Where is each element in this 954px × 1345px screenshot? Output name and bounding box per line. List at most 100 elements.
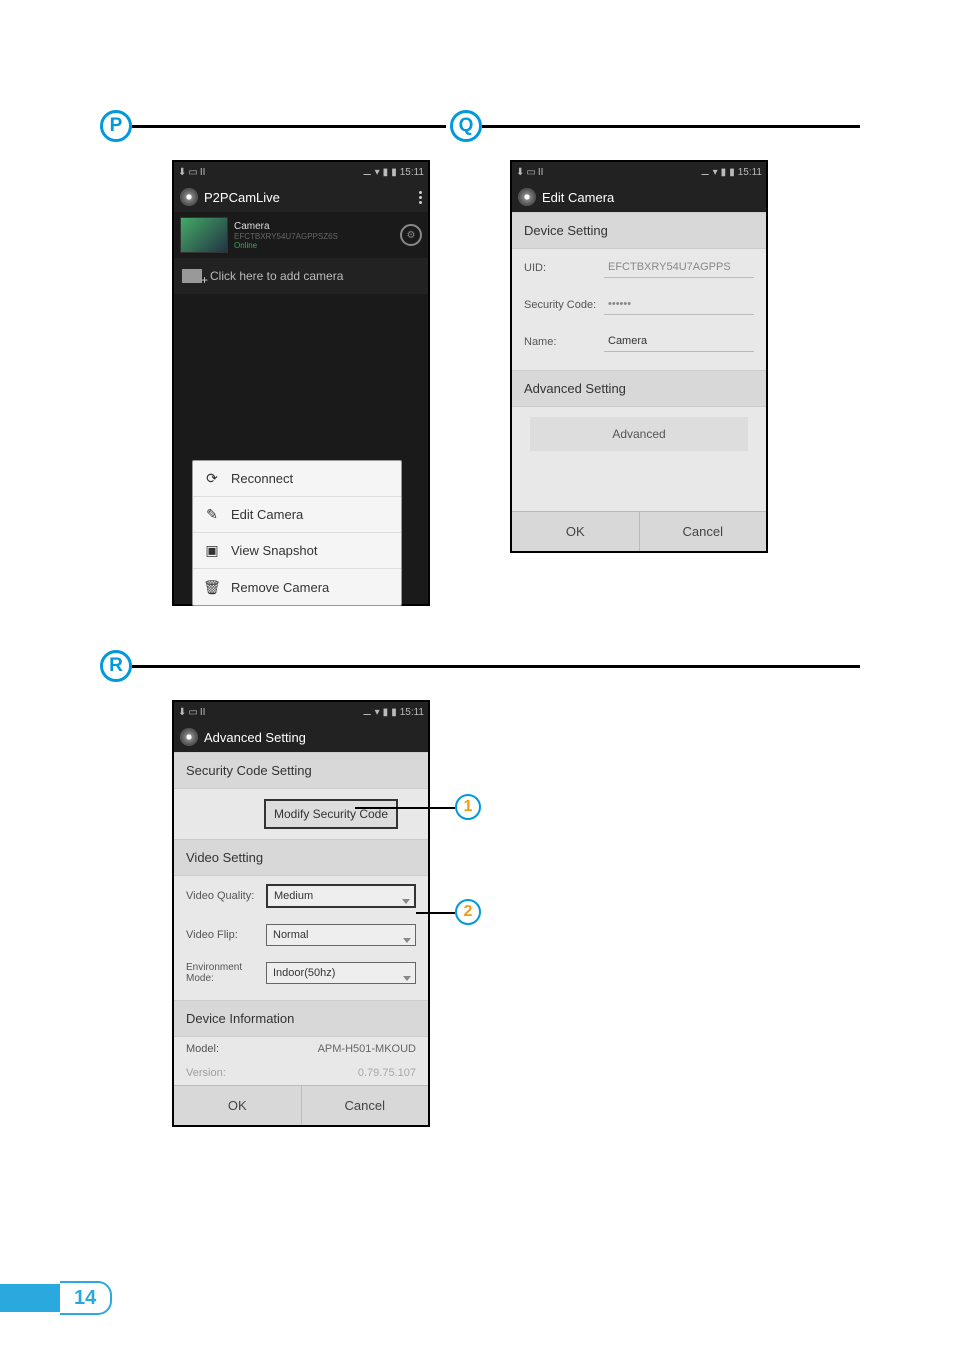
status-bar: ⬇ ▭ II ⚊ ▾ ▮ ▮ 15:11: [174, 162, 428, 182]
pause-icon: II: [200, 707, 206, 718]
row-model: Model: APM-H501-MKOUD: [174, 1037, 428, 1061]
pause-icon: II: [200, 167, 206, 178]
app-icon: [180, 188, 198, 206]
section-advanced-setting: Advanced Setting: [512, 370, 766, 407]
download-icon: ⬇: [178, 707, 186, 718]
model-label: Model:: [186, 1043, 266, 1055]
camera-row[interactable]: Camera EFCTBXRY54U7AGPPSZ6S Online ⚙: [174, 212, 428, 258]
clock: 15:11: [738, 167, 762, 178]
modify-security-code-button[interactable]: Modify Security Code: [264, 799, 398, 829]
gear-icon[interactable]: ⚙: [400, 224, 422, 246]
signal-icon: ▮: [383, 167, 389, 178]
camera-name: Camera: [234, 221, 394, 232]
environment-mode-value: Indoor(50hz): [273, 967, 335, 979]
field-video-quality: Video Quality: Medium: [174, 876, 428, 916]
signal-icon: ▮: [383, 707, 389, 718]
clock: 15:11: [400, 707, 424, 718]
name-value[interactable]: Camera: [604, 331, 754, 352]
phone-screenshot-q: ⬇ ▭ II ⚊ ▾ ▮ ▮ 15:11 Edit Camera Device …: [510, 160, 768, 553]
security-code-label: Security Code:: [524, 299, 604, 311]
badge-r: R: [100, 650, 132, 682]
battery-icon: ▮: [729, 167, 735, 178]
app-title: P2PCamLive: [204, 190, 280, 205]
field-security-code: Security Code: ••••••: [512, 286, 766, 323]
status-bar: ⬇ ▭ II ⚊ ▾ ▮ ▮ 15:11: [174, 702, 428, 722]
pause-icon: II: [538, 167, 544, 178]
environment-mode-label: Environment Mode:: [186, 962, 266, 984]
section-security-code: Security Code Setting: [174, 752, 428, 789]
field-video-flip: Video Flip: Normal: [174, 916, 428, 954]
bluetooth-icon: ⚊: [363, 707, 372, 718]
app-icon: [180, 728, 198, 746]
menu-label: Edit Camera: [231, 507, 303, 522]
screen-title-bar: Edit Camera: [512, 182, 766, 212]
menu-view-snapshot[interactable]: ▣ View Snapshot: [193, 533, 401, 569]
signal-icon: ▮: [721, 167, 727, 178]
video-flip-label: Video Flip:: [186, 929, 266, 941]
pencil-icon: ✎: [203, 506, 221, 524]
video-flip-select[interactable]: Normal: [266, 924, 416, 946]
row-version: Version: 0.79.75.107: [174, 1061, 428, 1085]
advanced-button[interactable]: Advanced: [530, 417, 748, 451]
menu-dots-icon[interactable]: [419, 191, 422, 204]
line-p: [132, 125, 446, 128]
app-title-bar: P2PCamLive: [174, 182, 428, 212]
version-label: Version:: [186, 1067, 266, 1079]
field-environment-mode: Environment Mode: Indoor(50hz): [174, 954, 428, 992]
add-camera-icon: [182, 269, 202, 283]
picture-icon: ▣: [203, 542, 221, 560]
camera-status: Online: [234, 241, 394, 250]
menu-label: View Snapshot: [231, 543, 318, 558]
ok-button[interactable]: OK: [174, 1085, 301, 1125]
section-video-setting: Video Setting: [174, 839, 428, 876]
cancel-button[interactable]: Cancel: [639, 511, 767, 551]
video-quality-value: Medium: [274, 890, 313, 902]
field-uid: UID: EFCTBXRY54U7AGPPS: [512, 249, 766, 286]
screen-title: Edit Camera: [542, 190, 614, 205]
screen-title-bar: Advanced Setting: [174, 722, 428, 752]
ok-button[interactable]: OK: [512, 511, 639, 551]
phone-screenshot-r: ⬇ ▭ II ⚊ ▾ ▮ ▮ 15:11 Advanced Setting Se…: [172, 700, 430, 1127]
uid-label: UID:: [524, 262, 604, 274]
picture-icon: ▭: [188, 167, 197, 178]
callout-badge-1: 1: [455, 794, 481, 820]
badge-p: P: [100, 110, 132, 142]
environment-mode-select[interactable]: Indoor(50hz): [266, 962, 416, 984]
page-footer-bar: [0, 1284, 60, 1312]
callout-badge-2: 2: [455, 899, 481, 925]
video-quality-label: Video Quality:: [186, 890, 266, 902]
download-icon: ⬇: [178, 167, 186, 178]
status-bar: ⬇ ▭ II ⚊ ▾ ▮ ▮ 15:11: [512, 162, 766, 182]
uid-value[interactable]: EFCTBXRY54U7AGPPS: [604, 257, 754, 278]
video-flip-value: Normal: [273, 929, 308, 941]
menu-edit-camera[interactable]: ✎ Edit Camera: [193, 497, 401, 533]
menu-reconnect[interactable]: ⟳ Reconnect: [193, 461, 401, 497]
section-device-information: Device Information: [174, 1000, 428, 1037]
line-q: [482, 125, 860, 128]
camera-thumbnail: [180, 217, 228, 253]
wifi-icon: ▾: [375, 707, 380, 718]
badge-q: Q: [450, 110, 482, 142]
trash-icon: 🗑: [203, 578, 221, 596]
clock: 15:11: [400, 167, 424, 178]
line-r: [132, 665, 860, 668]
menu-remove-camera[interactable]: 🗑 Remove Camera: [193, 569, 401, 605]
context-menu: ⟳ Reconnect ✎ Edit Camera ▣ View Snapsho…: [192, 460, 402, 606]
bluetooth-icon: ⚊: [701, 167, 710, 178]
wifi-icon: ▾: [375, 167, 380, 178]
callout-line-2: [416, 912, 455, 914]
add-camera-row[interactable]: Click here to add camera: [174, 258, 428, 294]
reconnect-icon: ⟳: [203, 470, 221, 488]
screen-title: Advanced Setting: [204, 730, 306, 745]
security-code-value[interactable]: ••••••: [604, 294, 754, 315]
version-value: 0.79.75.107: [266, 1067, 416, 1079]
model-value: APM-H501-MKOUD: [266, 1043, 416, 1055]
video-quality-select[interactable]: Medium: [266, 884, 416, 908]
page-number: 14: [60, 1281, 112, 1315]
picture-icon: ▭: [188, 707, 197, 718]
add-camera-label: Click here to add camera: [210, 269, 343, 283]
app-icon: [518, 188, 536, 206]
callout-line-1: [355, 807, 455, 809]
cancel-button[interactable]: Cancel: [301, 1085, 429, 1125]
section-device-setting: Device Setting: [512, 212, 766, 249]
